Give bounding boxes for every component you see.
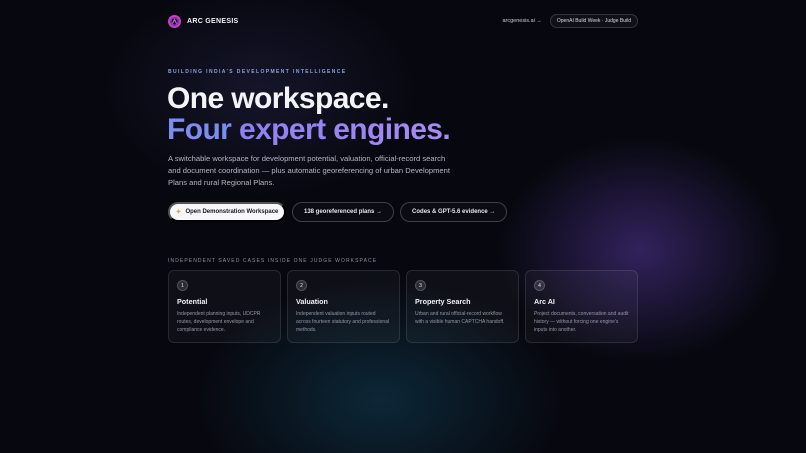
- georeferenced-plans-button[interactable]: 138 georeferenced plans →: [292, 202, 395, 222]
- codes-evidence-button[interactable]: Codes & GPT-5.6 evidence →: [400, 202, 508, 222]
- card-number: 1: [177, 280, 188, 291]
- engine-card-arc-ai[interactable]: 4 Arc AI Project documents, conversation…: [525, 270, 638, 343]
- top-nav: ARC GENESIS arcgenesis.ai → OpenAI Build…: [168, 14, 638, 28]
- engine-card-property-search[interactable]: 3 Property Search Urban and rural offici…: [406, 270, 519, 343]
- card-title: Potential: [177, 297, 208, 306]
- hero-description: A switchable workspace for development p…: [168, 154, 450, 187]
- card-title: Valuation: [296, 297, 328, 306]
- nav-right: arcgenesis.ai → OpenAI Build Week · Judg…: [502, 14, 638, 28]
- engine-cards: 1 Potential Independent planning inputs,…: [168, 270, 638, 343]
- arc-logo-icon: [168, 14, 181, 28]
- hero-title-four: Four: [167, 113, 232, 146]
- brand[interactable]: ARC GENESIS: [168, 14, 239, 28]
- build-badge: OpenAI Build Week · Judge Build: [549, 14, 638, 28]
- hero-title-line-1: One workspace.: [167, 82, 389, 115]
- site-link[interactable]: arcgenesis.ai →: [502, 18, 541, 24]
- card-body: Project documents, conversation and audi…: [534, 311, 629, 333]
- card-body: Urban and rural official-record workflow…: [415, 311, 505, 325]
- card-number: 2: [296, 280, 307, 291]
- card-number: 3: [415, 280, 426, 291]
- hero-title-line-2: Four expert engines.: [167, 113, 451, 146]
- open-workspace-label: Open Demonstration Workspace: [185, 209, 279, 215]
- sparkle-icon: ✦: [175, 209, 182, 216]
- engine-card-potential[interactable]: 1 Potential Independent planning inputs,…: [168, 270, 281, 343]
- card-title: Property Search: [415, 297, 471, 306]
- open-workspace-button[interactable]: ✦ Open Demonstration Workspace: [168, 202, 286, 222]
- cta-row: ✦ Open Demonstration Workspace 138 geore…: [168, 202, 508, 222]
- card-body: Independent valuation inputs routed acro…: [296, 311, 390, 333]
- card-title: Arc AI: [534, 297, 555, 306]
- hero-title-engines: expert engines.: [239, 113, 451, 146]
- engine-card-valuation[interactable]: 2 Valuation Independent valuation inputs…: [287, 270, 400, 343]
- brand-name: ARC GENESIS: [187, 17, 239, 25]
- card-number: 4: [534, 280, 545, 291]
- card-body: Independent planning inputs, UDCPR route…: [177, 311, 261, 333]
- section-label: INDEPENDENT SAVED CASES INSIDE ONE JUDGE…: [168, 258, 378, 264]
- hero-eyebrow: BUILDING INDIA’S DEVELOPMENT INTELLIGENC…: [168, 69, 347, 75]
